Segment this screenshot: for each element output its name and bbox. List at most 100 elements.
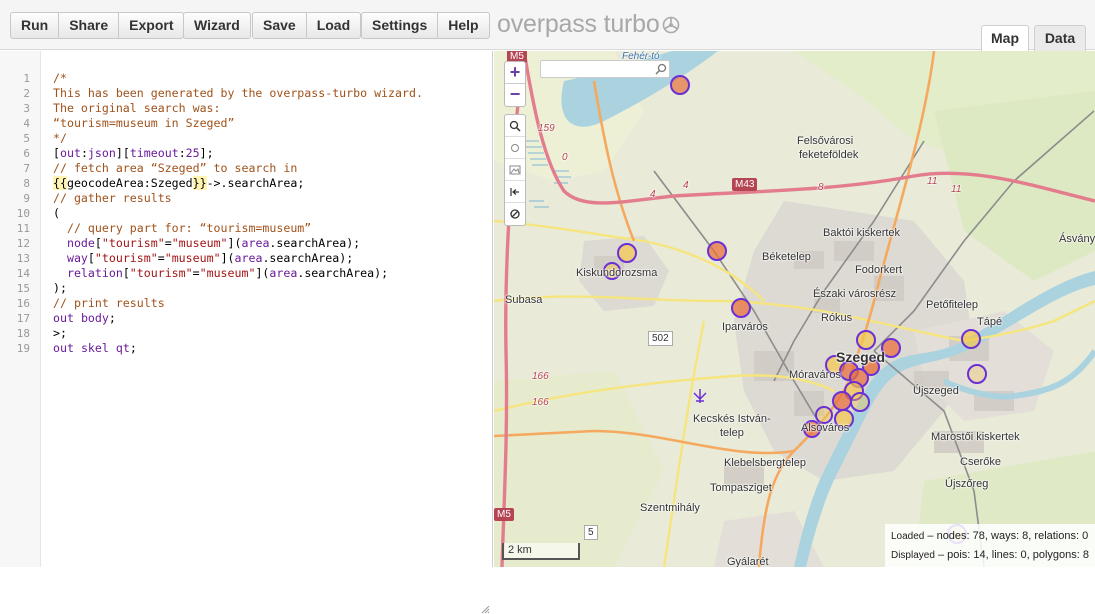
map-label-tape: Tápé bbox=[977, 316, 1003, 328]
road-number-159: 159 bbox=[538, 123, 555, 134]
road-shield-5: 5 bbox=[584, 525, 598, 540]
line-number: 6 bbox=[23, 147, 30, 160]
code-line[interactable]: // fetch area “Szeged” to search in bbox=[53, 161, 297, 176]
code-line[interactable]: {{geocodeArea:Szeged}}->.searchArea; bbox=[53, 176, 304, 191]
save-load-button-group: Save Load bbox=[252, 12, 362, 39]
line-number-gutter: 1 2 3 4 5 6 7 8 9 10 11 12 13 14 15 16 17 18 19 bbox=[0, 51, 41, 567]
code-line[interactable]: // print results bbox=[53, 296, 165, 311]
code-line[interactable]: >; bbox=[53, 326, 67, 341]
code-line[interactable]: ); bbox=[53, 281, 67, 296]
zoom-in-button[interactable]: + bbox=[505, 62, 525, 84]
zoom-to-data-icon[interactable] bbox=[505, 115, 525, 137]
fit-to-view-icon[interactable] bbox=[505, 181, 525, 203]
line-number: 19 bbox=[16, 342, 30, 355]
map-search-icon[interactable] bbox=[655, 63, 667, 75]
resize-handle-icon[interactable] bbox=[480, 604, 490, 614]
road-number-166a: 166 bbox=[532, 371, 549, 382]
map-label-tompasziget: Tompasziget bbox=[710, 482, 772, 494]
road-label-m5-bottom: M5 bbox=[494, 508, 514, 521]
line-number: 3 bbox=[23, 102, 30, 115]
tab-map[interactable]: Map bbox=[981, 25, 1029, 51]
export-button[interactable]: Export bbox=[119, 13, 183, 38]
line-number: 16 bbox=[16, 297, 30, 310]
map-label-subasa: Subasa bbox=[505, 294, 543, 306]
stats-loaded-label: Loaded bbox=[890, 531, 925, 542]
settings-button[interactable]: Settings bbox=[362, 13, 439, 38]
map-label-feketefoldek: feketeföldek bbox=[799, 149, 859, 161]
map-stats: Loaded – nodes: 78, ways: 8, relations: … bbox=[884, 524, 1095, 567]
road-number-11b: 11 bbox=[951, 184, 962, 195]
line-number: 2 bbox=[23, 87, 30, 100]
map-label-szentmihaly: Szentmihály bbox=[640, 502, 700, 514]
stats-loaded-row: Loaded – nodes: 78, ways: 8, relations: … bbox=[891, 527, 1089, 546]
line-number: 4 bbox=[23, 117, 30, 130]
code-line[interactable]: [out:json][timeout:25]; bbox=[53, 146, 214, 161]
run-button[interactable]: Run bbox=[11, 13, 60, 38]
map-label-moravaros: Móraváros bbox=[789, 369, 841, 381]
code-line[interactable]: // query part for: “tourism=museum” bbox=[53, 221, 311, 236]
road-shield-502: 502 bbox=[648, 331, 673, 346]
map-label-beketelep: Béketelep bbox=[762, 251, 811, 263]
map-label-szeged: Szeged bbox=[836, 349, 886, 365]
road-number-0: 0 bbox=[562, 152, 568, 163]
map-label-gyalaret: Gyálarét bbox=[727, 556, 769, 567]
code-line[interactable]: The original search was: bbox=[53, 101, 221, 116]
map-label-iparvaros: Iparváros bbox=[722, 321, 768, 333]
locate-me-icon[interactable] bbox=[505, 137, 525, 159]
load-button[interactable]: Load bbox=[307, 13, 360, 38]
toggle-data-icon[interactable] bbox=[505, 203, 525, 225]
map-label-baktoi: Baktói kiskertek bbox=[823, 227, 901, 239]
map-label-klebelsberg: Klebelsbergtelep bbox=[724, 457, 806, 469]
save-button[interactable]: Save bbox=[253, 13, 307, 38]
map-tiles bbox=[494, 51, 1095, 567]
map-label-fodorkert: Fodorkert bbox=[855, 264, 903, 276]
code-line[interactable]: /* bbox=[53, 71, 67, 86]
map-label-rokus: Rókus bbox=[821, 312, 853, 324]
map-label-marostoi: Marostői kiskertek bbox=[931, 431, 1020, 443]
zoom-out-button[interactable]: − bbox=[505, 84, 525, 106]
code-line[interactable]: node["tourism"="museum"](area.searchArea… bbox=[53, 236, 360, 251]
share-button[interactable]: Share bbox=[59, 13, 120, 38]
code-line[interactable]: */ bbox=[53, 131, 67, 146]
map-label-kiskundorozsma: Kiskundorozsma bbox=[576, 267, 658, 279]
map-label-petofitelep: Petőfitelep bbox=[926, 299, 978, 311]
stats-displayed-row: Displayed – pois: 14, lines: 0, polygons… bbox=[891, 546, 1089, 565]
stats-displayed-label: Displayed bbox=[890, 550, 935, 561]
line-number: 12 bbox=[16, 237, 30, 250]
map-label-telep: telep bbox=[720, 427, 744, 439]
map-label-asvany: Ásvány bbox=[1059, 233, 1095, 245]
help-button[interactable]: Help bbox=[438, 13, 488, 38]
code-line[interactable]: way["tourism"="museum"](area.searchArea)… bbox=[53, 251, 353, 266]
toolbar: Run Share Export Wizard Save Load Settin… bbox=[0, 0, 1095, 51]
line-number: 18 bbox=[16, 327, 30, 340]
query-editor[interactable]: 1 2 3 4 5 6 7 8 9 10 11 12 13 14 15 16 17 18 19 /* This has… bbox=[0, 51, 493, 614]
run-button-group: Run Share Export bbox=[10, 12, 185, 39]
map-scale: 2 km bbox=[502, 543, 580, 560]
code-line[interactable]: relation["tourism"="museum"](area.search… bbox=[53, 266, 388, 281]
stats-loaded-text: – nodes: 78, ways: 8, relations: 0 bbox=[924, 530, 1089, 542]
map-label-cserke: Cserőke bbox=[960, 456, 1001, 468]
code-line[interactable]: “tourism=museum in Szeged” bbox=[53, 116, 234, 131]
code-line[interactable]: ( bbox=[53, 206, 60, 221]
line-number: 5 bbox=[23, 132, 30, 145]
wizard-button[interactable]: Wizard bbox=[184, 13, 250, 38]
road-number-4b: 4 bbox=[683, 180, 689, 191]
map-label-ujszoreg: Újszőreg bbox=[945, 478, 989, 490]
map-label-ujszeged: Újszeged bbox=[913, 385, 959, 397]
map-search-input[interactable] bbox=[540, 60, 670, 78]
tab-data[interactable]: Data bbox=[1034, 25, 1086, 51]
code-line[interactable]: out body; bbox=[53, 311, 116, 326]
settings-help-button-group: Settings Help bbox=[361, 12, 490, 39]
image-export-icon[interactable] bbox=[505, 159, 525, 181]
line-number: 8 bbox=[23, 177, 30, 190]
code-line[interactable]: // gather results bbox=[53, 191, 172, 206]
road-number-166b: 166 bbox=[532, 397, 549, 408]
wizard-button-group: Wizard bbox=[183, 12, 251, 39]
map-view[interactable]: Fehér-tó Felsővárosi feketeföldek Baktói… bbox=[494, 51, 1095, 567]
line-number: 15 bbox=[16, 282, 30, 295]
code-line[interactable]: This has been generated by the overpass-… bbox=[53, 86, 423, 101]
code-line[interactable]: out skel qt; bbox=[53, 341, 137, 356]
map-toolbar bbox=[504, 114, 526, 226]
road-label-m43: M43 bbox=[732, 178, 758, 191]
line-number: 10 bbox=[16, 207, 30, 220]
